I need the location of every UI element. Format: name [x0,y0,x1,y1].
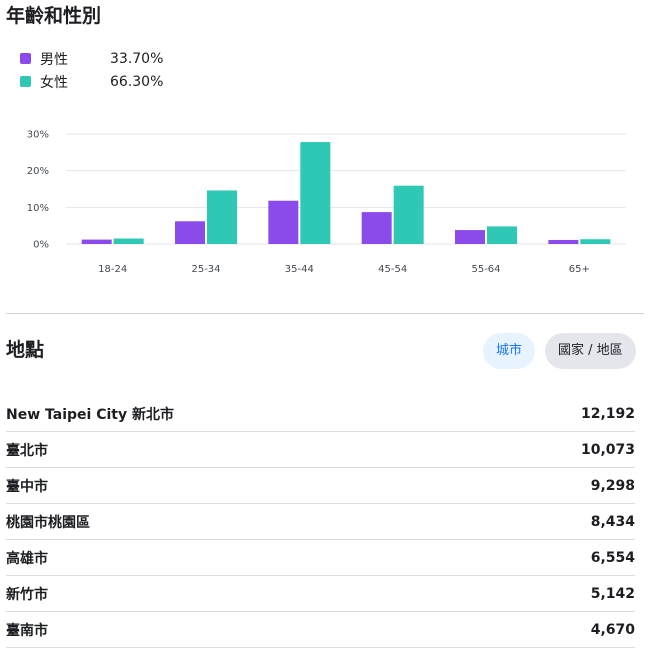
location-name: 臺南市 [6,623,48,639]
bar-male-18-24[interactable] [81,239,112,244]
location-row: 臺北市 10,073 [6,432,635,468]
bar-female-65+[interactable] [580,239,611,244]
bar-female-18-24[interactable] [113,238,144,245]
bar-male-25-34[interactable] [175,221,205,244]
age-gender-bar-chart: 0% 10% 20% 30% 18-24 25-34 35-44 45-54 55-64 65+ [27,130,626,275]
female-color-swatch [20,76,31,87]
location-row: 高雄市 6,554 [6,540,635,576]
x-tick-label: 45-54 [378,264,407,275]
bar-male-65+[interactable] [548,239,579,244]
y-tick-label: 20% [27,166,49,177]
x-tick-label: 55-64 [471,264,500,275]
location-list: New Taipei City 新北市 12,192 臺北市 10,073 臺中市 9,2… [6,396,635,648]
bar-female-35-44[interactable] [300,142,331,244]
tab-country-region[interactable]: 國家 / 地區 [545,333,636,369]
location-name: New Taipei City 新北市 [6,407,174,423]
bar-female-55-64[interactable] [487,226,517,244]
location-count: 10,073 [580,441,635,458]
location-count: 5,142 [590,585,635,602]
location-row: 臺南市 4,670 [6,612,635,648]
location-name: 高雄市 [6,551,48,567]
legend-value-female: 66.30% [110,73,164,90]
x-tick-label: 35-44 [285,264,314,275]
location-name: 桃園市桃園區 [6,515,90,531]
location-name: 臺中市 [6,479,48,495]
y-tick-label: 30% [27,130,49,141]
location-row: 臺中市 9,298 [6,468,635,504]
x-tick-label: 65+ [569,264,590,275]
location-title: 地點 [6,339,45,361]
male-color-swatch [20,53,31,64]
gender-legend: 男性 33.70% 女性 66.30% [20,47,163,93]
bar-male-45-54[interactable] [361,212,392,244]
legend-item-male: 男性 33.70% [20,47,163,70]
y-tick-label: 10% [27,203,49,214]
legend-label-male: 男性 [40,51,68,68]
location-name: 臺北市 [6,443,48,459]
legend-value-male: 33.70% [110,50,164,67]
bar-female-45-54[interactable] [393,185,424,244]
section-divider [6,313,644,314]
bar-male-35-44[interactable] [268,200,299,244]
legend-item-female: 女性 66.30% [20,70,163,93]
bar-male-55-64[interactable] [455,230,485,244]
x-tick-label: 25-34 [191,264,220,275]
bar-female-25-34[interactable] [207,190,237,244]
x-tick-label: 18-24 [98,264,127,275]
legend-label-female: 女性 [40,74,68,91]
tab-city[interactable]: 城市 [483,333,536,369]
location-count: 8,434 [590,513,635,530]
location-count: 9,298 [590,477,635,494]
y-tick-label: 0% [33,240,49,251]
location-row: 桃園市桃園區 8,434 [6,504,635,540]
age-gender-title: 年齡和性別 [6,5,102,27]
location-row: New Taipei City 新北市 12,192 [6,396,635,432]
location-name: 新竹市 [6,587,48,603]
location-count: 12,192 [580,405,635,422]
location-count: 4,670 [590,621,635,638]
location-row: 新竹市 5,142 [6,576,635,612]
location-count: 6,554 [590,549,635,566]
